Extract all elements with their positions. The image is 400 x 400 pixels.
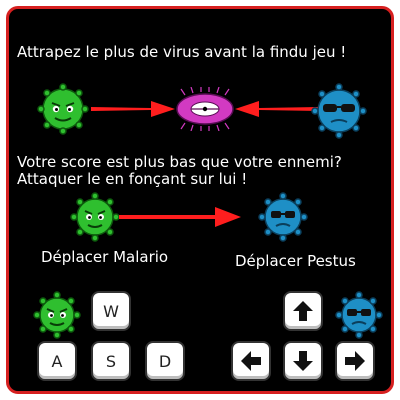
- arrow-down-icon: [293, 351, 313, 371]
- key-arrow-left[interactable]: [231, 341, 271, 381]
- pestus-sprite-target: [258, 192, 308, 242]
- malario-sprite-attack: [70, 192, 120, 242]
- attack-arrow: [119, 207, 241, 227]
- malario-sprite: [37, 83, 89, 135]
- virus-target: [176, 87, 234, 131]
- arrow-left-to-virus: [235, 101, 319, 117]
- key-arrow-up[interactable]: [283, 291, 323, 331]
- key-a[interactable]: A: [37, 341, 77, 381]
- arrow-right-icon: [345, 351, 365, 371]
- key-d[interactable]: D: [145, 341, 185, 381]
- instruction-title: Attrapez le plus de virus avant la findu…: [17, 43, 347, 61]
- malario-icon: [33, 291, 81, 339]
- pestus-icon: [335, 291, 383, 339]
- arrow-right-to-virus: [91, 101, 175, 117]
- arrow-up-icon: [293, 301, 313, 321]
- score-hint-line2: Attaquer le en fonçant sur lui !: [17, 170, 248, 188]
- pestus-controls-label: Déplacer Pestus: [235, 252, 356, 270]
- key-w[interactable]: W: [91, 291, 131, 331]
- malario-controls-label: Déplacer Malario: [41, 248, 169, 266]
- game-screen: Attrapez le plus de virus avant la findu…: [0, 0, 400, 400]
- key-s[interactable]: S: [91, 341, 131, 381]
- key-arrow-down[interactable]: [283, 341, 323, 381]
- pestus-sprite: [311, 83, 367, 139]
- instruction-panel: Attrapez le plus de virus avant la findu…: [6, 6, 394, 394]
- key-arrow-right[interactable]: [335, 341, 375, 381]
- arrow-left-icon: [241, 351, 261, 371]
- score-hint-line1: Votre score est plus bas que votre ennem…: [17, 153, 342, 171]
